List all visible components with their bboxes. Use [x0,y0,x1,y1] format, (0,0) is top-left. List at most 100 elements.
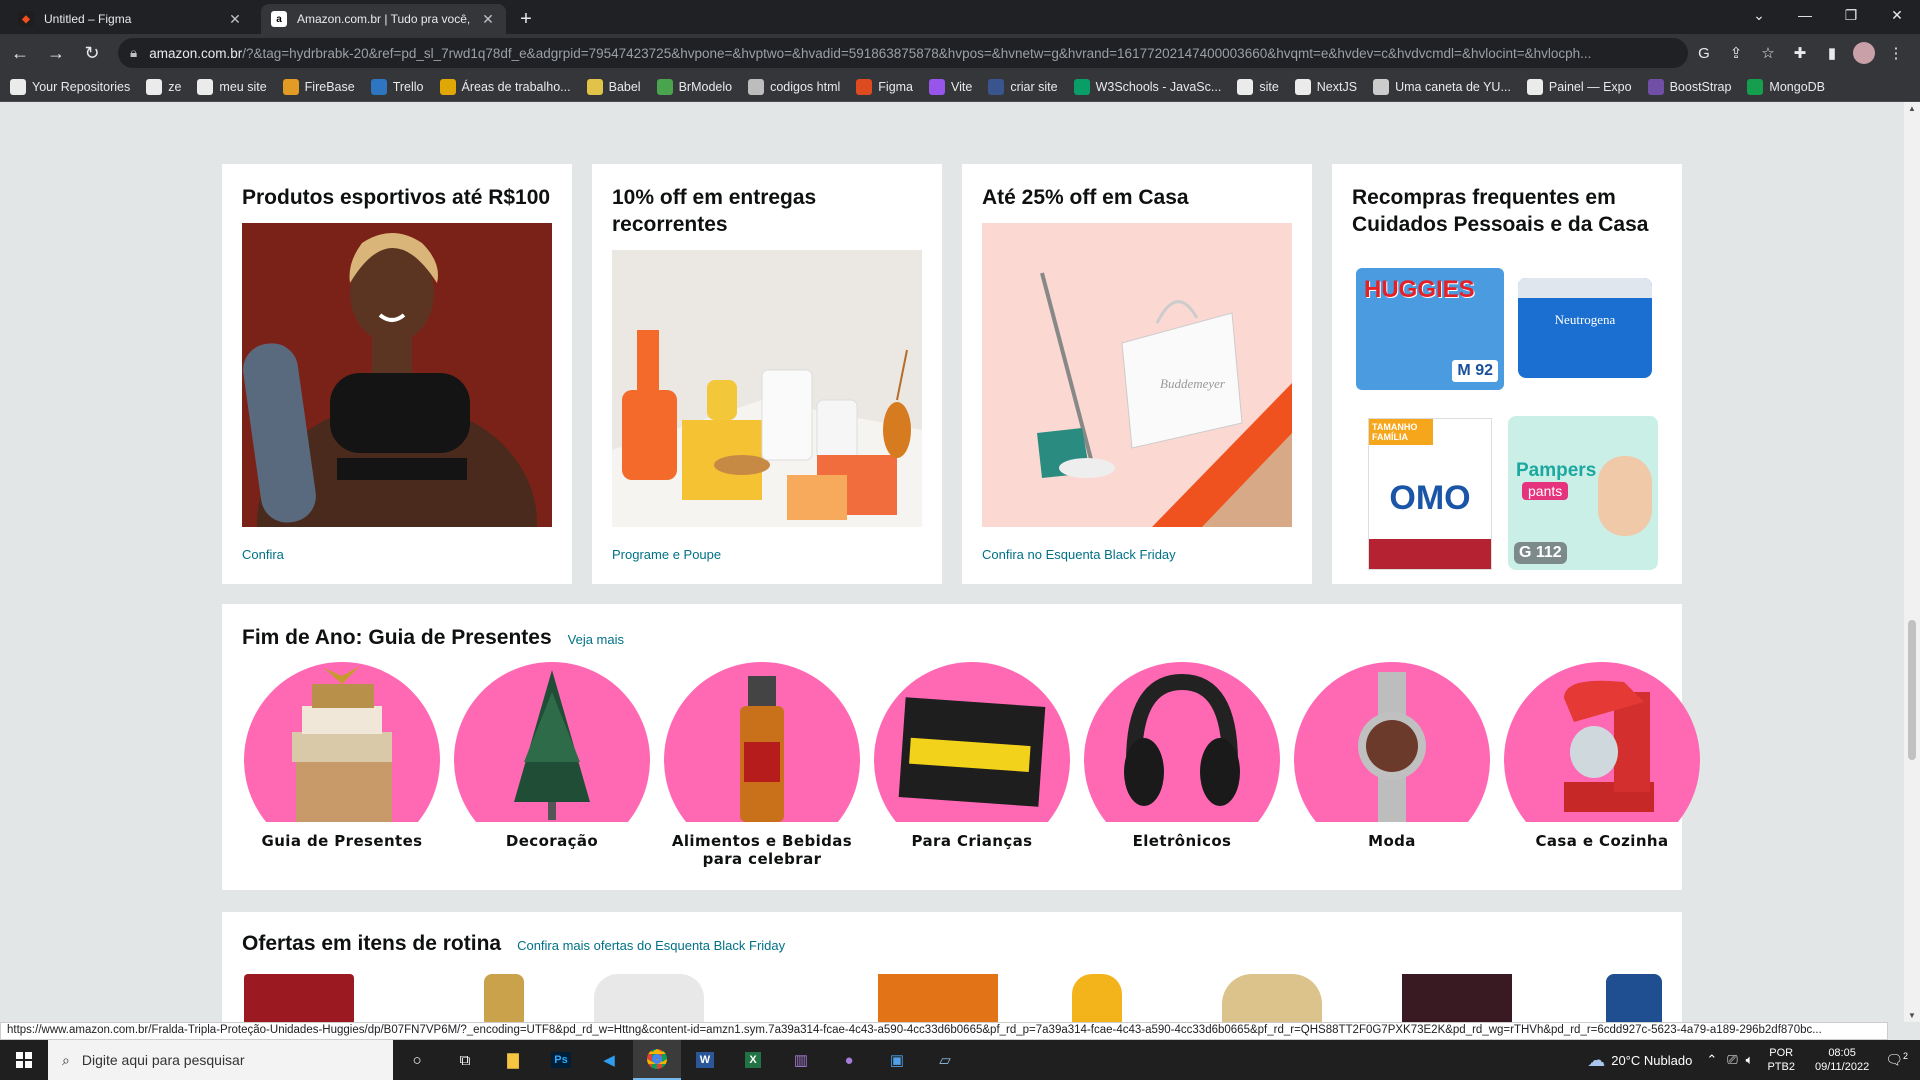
bookmark-item[interactable]: Figma [856,78,913,95]
sports-image[interactable] [242,223,552,527]
address-bar[interactable]: 🔒︎ amazon.com.br /?&tag=hydrbrabk-20&ref… [118,38,1688,68]
bookmark-item[interactable]: MongoDB [1747,78,1825,95]
volume-icon[interactable]: 🔈︎ [1746,1052,1754,1068]
tab-amazon[interactable]: a Amazon.com.br | Tudo pra você, ✕ [261,4,506,34]
tab-search-icon[interactable]: ⌄ [1736,0,1782,30]
store-icon[interactable]: ▣ [873,1040,921,1080]
routine-link[interactable]: Confira mais ofertas do Esquenta Black F… [517,938,785,953]
google-icon[interactable]: G [1688,37,1720,69]
lang-primary: POR [1769,1047,1794,1059]
bookmark-star-icon[interactable]: ☆ [1752,37,1784,69]
recurring-image[interactable] [612,250,922,527]
bookmark-item[interactable]: Painel — Expo [1526,78,1632,95]
close-window-button[interactable]: ✕ [1874,0,1920,30]
bookmark-favicon-icon [370,78,387,95]
scroll-up-icon[interactable]: ▲ [1904,104,1920,113]
category-image [664,662,860,822]
new-tab-button[interactable]: + [512,4,540,34]
routine-product-7[interactable] [1402,974,1512,1022]
bookmark-item[interactable]: ze [146,78,181,95]
gift-category-6[interactable]: Casa e Cozinha [1504,662,1700,850]
routine-product-6[interactable] [1222,974,1322,1022]
close-tab-icon[interactable]: ✕ [480,11,496,28]
product-omo[interactable]: TAMANHO FAMÍLIA OMO [1368,418,1492,570]
routine-product-1[interactable] [244,974,354,1022]
gift-category-0[interactable]: Guia de Presentes [244,662,440,850]
bookmark-label: Painel — Expo [1548,79,1632,94]
github-desktop-icon[interactable]: ● [825,1040,873,1080]
bookmark-item[interactable]: Babel [586,78,641,95]
card-link[interactable]: Confira [242,547,284,562]
word-icon[interactable]: W [681,1040,729,1080]
windows-start-icon[interactable] [0,1040,48,1080]
card-link[interactable]: Confira no Esquenta Black Friday [982,547,1176,562]
task-view-icon[interactable]: ⧉ [441,1040,489,1080]
gift-category-2[interactable]: Alimentos e Bebidas para celebrar [664,662,860,868]
cortana-icon[interactable]: ○ [393,1040,441,1080]
visual-studio-icon[interactable]: ▥ [777,1040,825,1080]
vscode-icon[interactable]: ◀ [585,1040,633,1080]
category-label: Para Crianças [911,832,1033,850]
card-title: Recompras frequentes em Cuidados Pessoai… [1352,186,1649,236]
chrome-icon[interactable] [633,1040,681,1080]
routine-product-5[interactable] [1072,974,1122,1022]
side-panel-icon[interactable]: ▮ [1816,37,1848,69]
bookmark-item[interactable]: BoostStrap [1647,78,1731,95]
tab-figma[interactable]: ◆ Untitled – Figma ✕ [8,4,253,34]
card-home: Até 25% off em Casa Buddemeyer Confira n… [962,164,1312,584]
profile-avatar[interactable] [1853,42,1875,64]
bookmark-item[interactable]: Your Repositories [10,78,130,95]
routine-product-8[interactable] [1606,974,1662,1022]
weather-text[interactable]: 20°C Nublado [1611,1053,1692,1068]
scrollbar-thumb[interactable] [1908,620,1916,760]
notification-icon[interactable]: 🗨︎2 [1885,1051,1908,1069]
bookmark-item[interactable]: Trello [370,78,424,95]
bookmark-item[interactable]: meu site [197,78,267,95]
routine-product-4[interactable] [878,974,998,1022]
bookmark-item[interactable]: site [1237,78,1279,95]
share-icon[interactable]: ⇪ [1720,37,1752,69]
scroll-down-icon[interactable]: ▼ [1904,1011,1920,1020]
menu-icon[interactable]: ⋮ [1880,37,1912,69]
back-icon[interactable]: ← [4,37,36,69]
bookmark-item[interactable]: FireBase [282,78,355,95]
bookmark-item[interactable]: Vite [929,78,972,95]
network-icon[interactable]: ⎚ [1727,1052,1737,1068]
notepad-icon[interactable]: ▱ [921,1040,969,1080]
gift-category-3[interactable]: Para Crianças [874,662,1070,850]
reload-icon[interactable]: ↻ [76,37,108,69]
photoshop-icon[interactable]: Ps [537,1040,585,1080]
show-hidden-icons[interactable]: ⌃ [1706,1052,1717,1068]
bookmark-item[interactable]: Uma caneta de YU... [1373,78,1511,95]
routine-product-2[interactable] [484,974,524,1022]
bookmark-item[interactable]: criar site [988,78,1058,95]
close-tab-icon[interactable]: ✕ [227,11,243,28]
see-more-link[interactable]: Veja mais [568,632,624,647]
gift-category-5[interactable]: Moda [1294,662,1490,850]
gift-category-1[interactable]: Decoração [454,662,650,850]
language-indicator[interactable]: POR PTB2 [1767,1046,1795,1074]
card-link[interactable]: Programe e Poupe [612,547,721,562]
product-neutrogena[interactable]: Neutrogena [1518,278,1652,378]
bookmark-item[interactable]: BrModelo [656,78,732,95]
minimize-button[interactable]: — [1782,0,1828,30]
bookmark-item[interactable]: W3Schools - JavaSc... [1073,78,1221,95]
routine-product-3[interactable] [594,974,704,1022]
clock[interactable]: 08:05 09/11/2022 [1815,1046,1869,1074]
extensions-icon[interactable]: ✚ [1784,37,1816,69]
routine-offers-section: Ofertas em itens de rotina Confira mais … [222,912,1682,1022]
product-pampers[interactable]: Pampers pants G 112 [1508,416,1658,570]
lock-icon[interactable]: 🔒︎ [130,45,137,61]
page-scrollbar[interactable]: ▲ ▼ [1904,102,1920,1022]
product-huggies[interactable]: HUGGIES M 92 [1356,268,1504,390]
bookmark-item[interactable]: NextJS [1294,78,1357,95]
bookmark-item[interactable]: codigos html [748,78,840,95]
taskbar-search-input[interactable]: ⌕ Digite aqui para pesquisar [48,1040,393,1080]
bookmark-item[interactable]: Áreas de trabalho... [439,78,571,95]
forward-icon[interactable]: → [40,37,72,69]
restore-button[interactable]: ❐ [1828,0,1874,30]
home-image[interactable]: Buddemeyer [982,223,1292,527]
gift-category-4[interactable]: Eletrônicos [1084,662,1280,850]
file-explorer-icon[interactable]: ▇ [489,1040,537,1080]
excel-icon[interactable]: X [729,1040,777,1080]
